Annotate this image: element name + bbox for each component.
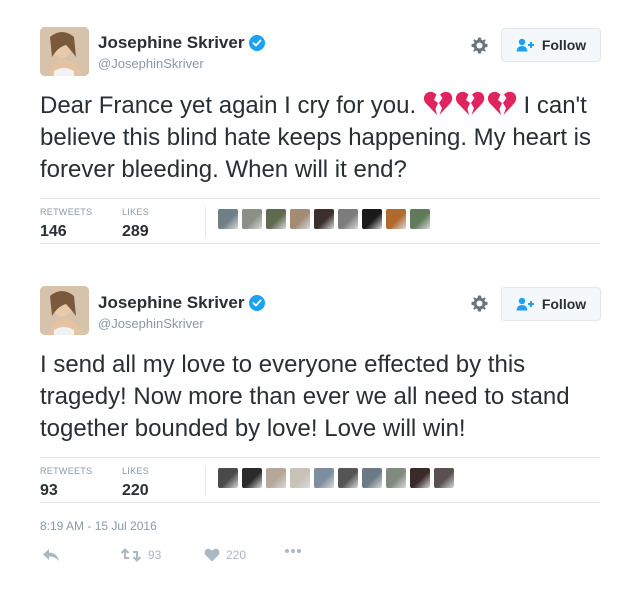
likes-stat[interactable]: LIKES 289 [122,207,149,241]
retweets-label: RETWEETS [40,207,93,217]
heart-icon [204,548,220,562]
broken-heart-icon [487,91,517,115]
liker-avatar[interactable] [434,468,454,488]
follow-label: Follow [541,296,587,312]
liker-avatar[interactable] [218,468,238,488]
liker-avatar[interactable] [218,209,238,229]
likes-label: LIKES [122,466,150,476]
broken-heart-icon [455,91,485,115]
stats-divider [205,466,206,496]
user-handle[interactable]: @JosephinSkriver [98,56,265,71]
more-dots-icon [285,549,301,553]
add-user-icon [516,38,534,52]
tweet-2: Josephine Skriver @JosephinSkriver Follo… [0,258,639,510]
user-info: Josephine Skriver @JosephinSkriver [98,293,266,331]
likes-label: LIKES [122,207,150,217]
user-handle[interactable]: @JosephinSkriver [98,316,265,331]
emoji-group [423,90,517,116]
follow-button[interactable]: Follow [501,287,601,321]
liker-avatar[interactable] [242,209,262,229]
liker-avatar[interactable] [242,468,262,488]
verified-badge-icon [249,295,266,311]
verified-badge-icon [249,35,266,51]
broken-heart-icon [423,91,453,115]
add-user-icon [516,297,534,311]
liker-avatar[interactable] [290,468,310,488]
tweet-stats: RETWEETS 146 LIKES 289 [40,198,600,244]
tweet-actions: 93 220 [40,548,340,568]
avatar[interactable] [40,27,89,76]
like-count: 220 [226,548,247,562]
likes-count: 220 [122,482,149,499]
avatar[interactable] [40,286,89,335]
liker-avatar[interactable] [362,209,382,229]
display-name-text[interactable]: Josephine Skriver [98,33,244,53]
liker-avatar[interactable] [386,468,406,488]
user-info: Josephine Skriver @JosephinSkriver [98,33,266,71]
stats-divider [205,207,206,237]
liker-avatar[interactable] [338,209,358,229]
retweets-count: 146 [40,223,67,240]
likes-stat[interactable]: LIKES 220 [122,466,149,500]
liker-avatar[interactable] [314,468,334,488]
follow-label: Follow [541,37,587,53]
retweets-count: 93 [40,482,58,499]
liker-avatar[interactable] [386,209,406,229]
like-button[interactable]: 220 [204,548,246,562]
liker-avatars [218,468,454,488]
liker-avatar[interactable] [410,209,430,229]
tweet-text-part-1: Dear France yet again I cry for you. [40,92,417,119]
liker-avatar[interactable] [362,468,382,488]
liker-avatar[interactable] [290,209,310,229]
tweet-text: Dear France yet again I cry for you. I c… [40,90,610,186]
tweet-stats: RETWEETS 93 LIKES 220 [40,457,600,503]
liker-avatar[interactable] [266,468,286,488]
retweet-stat[interactable]: RETWEETS 93 [40,466,92,500]
liker-avatar[interactable] [314,209,334,229]
liker-avatars [218,209,430,229]
liker-avatar[interactable] [338,468,358,488]
tweet-text: I send all my love to everyone effected … [40,351,570,442]
gear-icon[interactable] [470,294,489,313]
retweet-stat[interactable]: RETWEETS 146 [40,207,92,241]
retweets-label: RETWEETS [40,466,93,476]
reply-icon [43,549,59,561]
reply-button[interactable] [42,548,60,562]
retweet-icon [120,548,142,562]
liker-avatar[interactable] [410,468,430,488]
retweet-button[interactable]: 93 [120,548,161,562]
display-name[interactable]: Josephine Skriver [98,33,266,53]
liker-avatar[interactable] [266,209,286,229]
tweet-1: Josephine Skriver @JosephinSkriver Follo… [0,0,639,258]
display-name-text[interactable]: Josephine Skriver [98,293,244,313]
retweet-count: 93 [148,548,162,562]
more-button[interactable] [284,548,302,554]
gear-icon[interactable] [470,36,489,55]
follow-button[interactable]: Follow [501,28,601,62]
likes-count: 289 [122,223,149,240]
display-name[interactable]: Josephine Skriver [98,293,266,313]
tweet-timestamp[interactable]: 8:19 AM - 15 Jul 2016 [40,519,157,533]
